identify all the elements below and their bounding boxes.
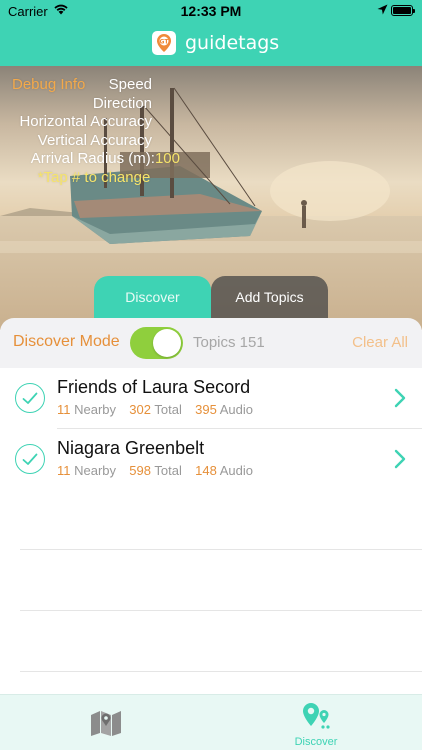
topic-stats: 11 Nearby 598 Total 148 Audio [57,463,253,478]
app-name: guidetags [185,32,280,54]
total-label: Total [154,463,182,478]
debug-direction-label: Direction [92,94,152,112]
discover-mode-toggle[interactable] [130,327,183,359]
audio-label: Audio [219,402,253,417]
nearby-count: 11 [57,463,71,478]
row-divider [20,610,422,611]
chevron-right-icon[interactable] [394,388,406,413]
nearby-label: Nearby [74,463,117,478]
app-header: Carrier 12:33 PM GT guidetags [0,0,422,66]
debug-info-panel: Debug Info Speed Direction Horizontal Ac… [0,76,180,188]
audio-count: 395 [195,402,217,417]
topic-row-niagara-greenbelt[interactable]: Niagara Greenbelt 11 Nearby 598 Total 14… [0,429,422,489]
status-time: 12:33 PM [180,3,242,19]
discover-mode-bar: Discover Mode Topics 151 Clear All [0,318,422,366]
toggle-knob [153,329,181,357]
total-count: 302 [129,402,151,417]
debug-tap-hint: *Tap # to change [37,168,151,186]
discover-pins-icon [303,703,330,729]
map-icon [91,711,121,736]
svg-text:GT: GT [160,38,170,45]
tab-bar: Discover [0,694,422,750]
nearby-label: Nearby [74,402,117,417]
audio-label: Audio [219,463,253,478]
debug-arrival-radius-label: Arrival Radius (m): [30,150,155,168]
checkmark-icon[interactable] [15,383,45,413]
debug-arrival-radius-value[interactable]: 100 [155,150,180,167]
nearby-count: 11 [57,402,71,417]
debug-vertical-accuracy-label: Vertical Accuracy [37,131,152,149]
tab-discover-label: Discover [294,736,338,748]
topics-count: Topics 151 [193,334,265,351]
debug-speed-label: Speed [108,76,152,93]
app-brand: GT guidetags [152,31,279,55]
discover-mode-label: Discover Mode [13,333,120,350]
topic-title: Friends of Laura Secord [57,377,251,397]
segment-add-topics[interactable]: Add Topics [211,276,328,318]
row-divider [20,549,422,550]
tab-discover[interactable]: Discover [285,701,347,748]
debug-horizontal-accuracy-label: Horizontal Accuracy [19,113,152,131]
chevron-right-icon[interactable] [394,449,406,474]
topic-stats: 11 Nearby 302 Total 395 Audio [57,402,253,417]
topics-sheet: Discover Mode Topics 151 Clear All Frien… [0,318,422,694]
clear-all-button[interactable]: Clear All [352,334,408,351]
total-count: 598 [129,463,151,478]
total-label: Total [154,402,182,417]
topics-list: Friends of Laura Secord 11 Nearby 302 To… [0,368,422,694]
row-divider [20,671,422,672]
audio-count: 148 [195,463,217,478]
segment-control: Discover Add Topics [94,276,328,318]
topic-title: Niagara Greenbelt [57,438,205,458]
location-arrow-icon [377,3,388,18]
tab-map[interactable] [90,709,122,742]
status-bar: Carrier 12:33 PM [0,0,422,22]
debug-title: Debug Info [12,76,86,93]
battery-icon [391,5,415,16]
gt-pin-logo-icon: GT [152,31,176,55]
segment-discover[interactable]: Discover [94,276,211,318]
topic-row-friends-of-laura-secord[interactable]: Friends of Laura Secord 11 Nearby 302 To… [0,368,422,428]
checkmark-icon[interactable] [15,444,45,474]
